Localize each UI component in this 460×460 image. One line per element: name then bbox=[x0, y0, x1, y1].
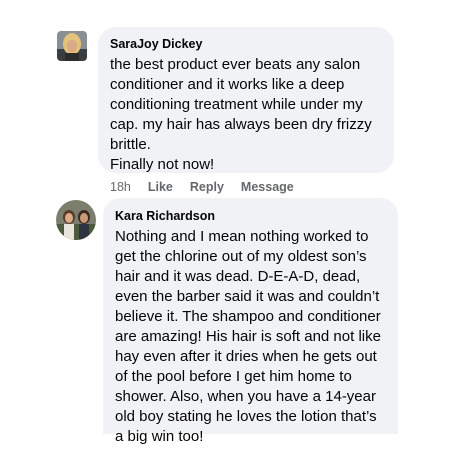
avatar-kara-richardson[interactable] bbox=[56, 200, 96, 240]
comment-bubble: SaraJoy Dickey the best product ever bea… bbox=[98, 27, 394, 173]
comment-text: the best product ever beats any salon co… bbox=[110, 56, 372, 173]
comment-author[interactable]: Kara Richardson bbox=[115, 208, 386, 224]
comment-bubble: Kara Richardson Nothing and I mean nothi… bbox=[103, 198, 398, 445]
comment-author[interactable]: SaraJoy Dickey bbox=[110, 36, 382, 52]
like-button[interactable]: Like bbox=[148, 180, 173, 194]
comment-text: Nothing and I mean nothing worked to get… bbox=[115, 228, 381, 445]
comment-timestamp[interactable]: 18h bbox=[110, 180, 131, 194]
avatar-image bbox=[56, 200, 96, 240]
comment-actions: 18h Like Reply Message bbox=[110, 179, 311, 195]
message-button[interactable]: Message bbox=[241, 180, 294, 194]
avatar-image bbox=[57, 31, 87, 61]
reply-button[interactable]: Reply bbox=[190, 180, 224, 194]
avatar-sarajoy-dickey[interactable] bbox=[57, 31, 87, 61]
